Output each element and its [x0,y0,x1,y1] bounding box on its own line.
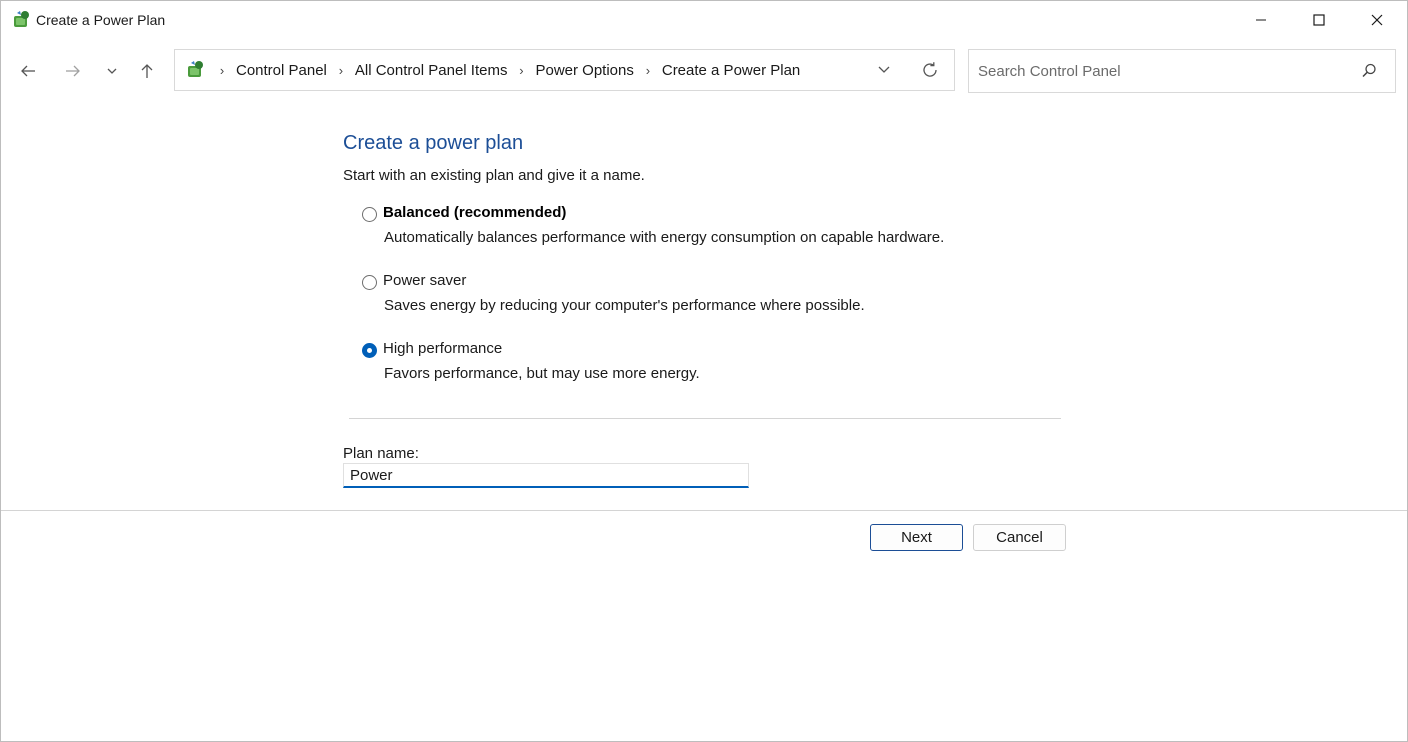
minimize-icon [1256,19,1266,21]
breadcrumb-create-a-power-plan[interactable]: Create a Power Plan [662,62,800,79]
page-title: Create a power plan [343,132,524,154]
arrow-right-icon [66,65,80,77]
up-button[interactable] [133,57,161,85]
arrow-up-icon [141,64,153,78]
option-high-performance-label[interactable]: High performance [383,340,502,357]
search-box[interactable]: Search Control Panel [968,49,1396,93]
close-icon [1371,14,1383,26]
section-divider [349,418,1061,419]
option-power-saver-description: Saves energy by reducing your computer's… [384,297,865,314]
maximize-icon [1313,14,1325,26]
radio-high-performance[interactable] [362,343,377,358]
breadcrumb-control-panel[interactable]: Control Panel [236,62,327,79]
refresh-icon [923,62,937,77]
forward-button[interactable] [59,57,87,85]
breadcrumb-all-control-panel-items[interactable]: All Control Panel Items [355,62,508,79]
control-panel-icon [11,10,31,30]
chevron-right-icon: › [219,62,225,78]
maximize-button[interactable] [1290,1,1348,39]
chevron-right-icon[interactable]: › [639,63,657,78]
next-button[interactable]: Next [870,524,963,551]
arrow-left-icon [21,65,35,77]
cancel-button[interactable]: Cancel [973,524,1066,551]
control-panel-icon [185,60,205,80]
radio-power-saver[interactable] [362,275,377,290]
window-title: Create a Power Plan [36,12,166,28]
chevron-down-icon [107,68,117,74]
recent-locations-button[interactable] [98,57,126,85]
address-bar[interactable]: › Control Panel › All Control Panel Item… [174,49,955,91]
search-icon[interactable] [1360,62,1378,80]
plan-name-label: Plan name: [343,445,419,462]
refresh-button[interactable] [920,60,940,80]
chevron-down-icon [878,66,890,73]
page-subtitle: Start with an existing plan and give it … [343,167,645,184]
plan-name-input[interactable] [343,463,749,488]
search-input[interactable]: Search Control Panel [978,63,1121,80]
radio-balanced[interactable] [362,207,377,222]
window: Create a Power Plan › Control Panel › Al… [0,0,1408,742]
minimize-button[interactable] [1232,1,1290,39]
option-balanced-description: Automatically balances performance with … [384,229,945,246]
address-dropdown-button[interactable] [874,60,894,80]
back-button[interactable] [14,57,42,85]
breadcrumb-power-options[interactable]: Power Options [535,62,633,79]
option-balanced-label[interactable]: Balanced (recommended) [383,204,566,221]
option-power-saver-label[interactable]: Power saver [383,272,466,289]
option-high-performance-description: Favors performance, but may use more ene… [384,365,700,382]
close-button[interactable] [1348,1,1406,39]
title-bar: Create a Power Plan [1,1,1407,39]
breadcrumb: › Control Panel › All Control Panel Item… [213,50,805,90]
footer-divider [1,510,1407,511]
chevron-right-icon[interactable]: › [332,63,350,78]
chevron-right-icon[interactable]: › [512,63,530,78]
